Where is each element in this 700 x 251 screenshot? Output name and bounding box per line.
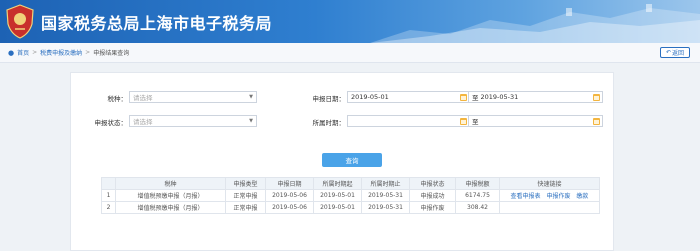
breadcrumb-separator: > — [85, 49, 91, 56]
query-button[interactable]: 查询 — [322, 153, 382, 167]
table-header-row: 税种 申报类型 申报日期 所属时期起 所属时期止 申报状态 申报税额 快速链接 — [101, 177, 600, 190]
filing-status-select[interactable]: 请选择 ▼ — [129, 115, 257, 127]
query-panel: 税种： 请选择 ▼ 申报日期： 2019-05-01 至 2019-05-31 … — [70, 72, 614, 251]
breadcrumb: ● 首页 > 税费申报及缴纳 > 申报结果查询 — [8, 48, 130, 58]
breadcrumb-bar: ● 首页 > 税费申报及缴纳 > 申报结果查询 ↶ 返回 — [0, 43, 700, 63]
filing-date-from-value: 2019-05-01 — [351, 93, 389, 101]
filing-date-label: 申报日期： — [312, 95, 346, 103]
breadcrumb-home[interactable]: 首页 — [17, 48, 29, 57]
return-arrow-icon: ↶ — [665, 49, 671, 56]
period-label: 所属时期： — [312, 119, 346, 127]
back-button[interactable]: ↶ 返回 — [660, 47, 690, 58]
col-status-header: 申报状态 — [409, 177, 456, 190]
tax-type-label: 税种： — [107, 95, 128, 103]
breadcrumb-tax-filing[interactable]: 税费申报及缴纳 — [40, 48, 82, 57]
col-end-header: 所属时期止 — [361, 177, 410, 190]
breadcrumb-current: 申报结果查询 — [93, 50, 130, 57]
results-table: 税种 申报类型 申报日期 所属时期起 所属时期止 申报状态 申报税额 快速链接 … — [101, 177, 600, 214]
row-tax: 增值税预缴申报（月报） — [115, 189, 226, 202]
great-wall-decoration — [370, 4, 700, 43]
row-start: 2019-05-01 — [313, 201, 362, 214]
period-to-input[interactable]: 至 — [469, 115, 603, 127]
row-amount: 6174.75 — [455, 189, 500, 202]
row-end: 2019-05-31 — [361, 201, 410, 214]
filing-status-label: 申报状态： — [94, 119, 128, 127]
filing-status-placeholder: 请选择 — [133, 118, 153, 126]
row-tax: 增值税预缴申报（月报） — [115, 201, 226, 214]
void-return-link[interactable]: 申报作废 — [546, 193, 570, 200]
chevron-down-icon: ▼ — [249, 94, 253, 100]
row-index: 1 — [101, 189, 116, 202]
row-status: 申报作废 — [409, 201, 456, 214]
tax-emblem-icon — [6, 4, 34, 39]
pay-link[interactable]: 缴款 — [576, 193, 588, 200]
filing-date-to-input[interactable]: 至 2019-05-31 — [469, 91, 603, 103]
location-pin-icon: ● — [8, 48, 15, 57]
filing-date-to-value: 2019-05-31 — [480, 93, 519, 101]
row-end: 2019-05-31 — [361, 189, 410, 202]
row-amount: 308.42 — [455, 201, 500, 214]
table-row: 2 增值税预缴申报（月报） 正常申报 2019-05-06 2019-05-01… — [101, 201, 600, 214]
calendar-icon[interactable] — [460, 94, 467, 101]
row-index: 2 — [101, 201, 116, 214]
back-button-label: 返回 — [672, 50, 685, 57]
row-date: 2019-05-06 — [265, 189, 314, 202]
filing-date-from-input[interactable]: 2019-05-01 — [347, 91, 469, 103]
site-title: 国家税务总局上海市电子税务局 — [41, 14, 273, 33]
table-row: 1 增值税预缴申报（月报） 正常申报 2019-05-06 2019-05-01… — [101, 189, 600, 202]
breadcrumb-separator: > — [32, 49, 38, 56]
col-amount-header: 申报税额 — [455, 177, 500, 190]
period-to-label: 至 — [472, 118, 479, 126]
row-type: 正常申报 — [225, 189, 266, 202]
calendar-icon[interactable] — [593, 118, 600, 125]
col-type-header: 申报类型 — [225, 177, 266, 190]
row-start: 2019-05-01 — [313, 189, 362, 202]
chevron-down-icon: ▼ — [249, 118, 253, 124]
period-from-input[interactable] — [347, 115, 469, 127]
row-links — [499, 201, 600, 214]
calendar-icon[interactable] — [460, 118, 467, 125]
tax-type-select[interactable]: 请选择 ▼ — [129, 91, 257, 103]
col-tax-header: 税种 — [115, 177, 226, 190]
row-date: 2019-05-06 — [265, 201, 314, 214]
row-type: 正常申报 — [225, 201, 266, 214]
calendar-icon[interactable] — [593, 94, 600, 101]
filing-date-to-label: 至 — [472, 94, 479, 102]
view-return-link[interactable]: 查看申报表 — [511, 193, 541, 200]
col-date-header: 申报日期 — [265, 177, 314, 190]
header-banner: 国家税务总局上海市电子税务局 — [0, 0, 700, 43]
row-links: 查看申报表 申报作废 缴款 — [499, 189, 600, 202]
col-start-header: 所属时期起 — [313, 177, 362, 190]
col-index-header — [101, 177, 116, 190]
tax-type-placeholder: 请选择 — [133, 94, 153, 102]
row-status: 申报成功 — [409, 189, 456, 202]
col-links-header: 快速链接 — [499, 177, 600, 190]
